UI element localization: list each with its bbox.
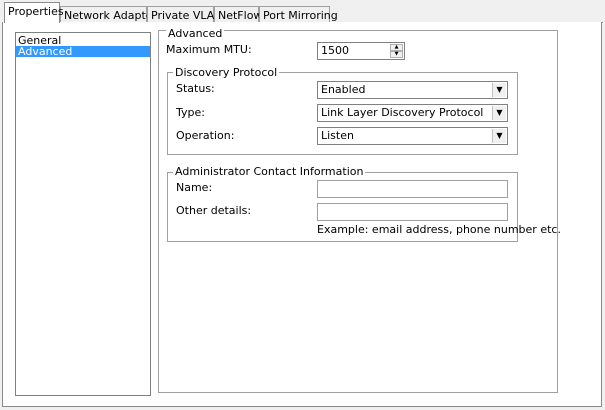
other-details-input[interactable] xyxy=(317,203,508,221)
admin-contact-title: Administrator Contact Information xyxy=(173,165,366,178)
tab-port-mirroring[interactable]: Port Mirroring xyxy=(259,6,338,23)
name-input[interactable] xyxy=(317,180,508,198)
mtu-value: 1500 xyxy=(321,44,349,57)
chevron-down-icon[interactable]: ▼ xyxy=(492,106,506,120)
operation-label: Operation: xyxy=(176,129,235,142)
mtu-label: Maximum MTU: xyxy=(166,43,252,56)
chevron-down-icon[interactable]: ▼ xyxy=(492,129,506,143)
settings-category-list[interactable]: General Advanced xyxy=(15,32,151,396)
tab-netflow[interactable]: NetFlow xyxy=(214,6,262,23)
type-select[interactable]: Link Layer Discovery Protocol ▼ xyxy=(317,104,508,122)
operation-select[interactable]: Listen ▼ xyxy=(317,127,508,145)
type-value: Link Layer Discovery Protocol xyxy=(321,106,484,119)
chevron-down-icon[interactable]: ▼ xyxy=(492,83,506,97)
status-select[interactable]: Enabled ▼ xyxy=(317,81,508,99)
mtu-spinner[interactable]: 1500 ▲ ▼ xyxy=(317,42,405,60)
advanced-frame-title: Advanced xyxy=(166,27,225,40)
mtu-stepper-buttons: ▲ ▼ xyxy=(390,44,403,58)
spin-down-icon[interactable]: ▼ xyxy=(390,51,403,58)
tab-network-adapters[interactable]: Network Adapters xyxy=(60,6,163,23)
spin-up-icon[interactable]: ▲ xyxy=(390,44,403,51)
discovery-protocol-title: Discovery Protocol xyxy=(173,66,280,79)
name-label: Name: xyxy=(176,181,213,194)
other-details-label: Other details: xyxy=(176,204,252,217)
type-label: Type: xyxy=(176,106,205,119)
tab-private-vlan[interactable]: Private VLAN xyxy=(147,6,223,23)
tab-properties[interactable]: Properties xyxy=(4,2,64,23)
list-item-advanced[interactable]: Advanced xyxy=(16,46,150,57)
status-value: Enabled xyxy=(321,83,366,96)
status-label: Status: xyxy=(176,82,215,95)
contact-hint-text: Example: email address, phone number etc… xyxy=(317,223,561,236)
operation-value: Listen xyxy=(321,129,354,142)
